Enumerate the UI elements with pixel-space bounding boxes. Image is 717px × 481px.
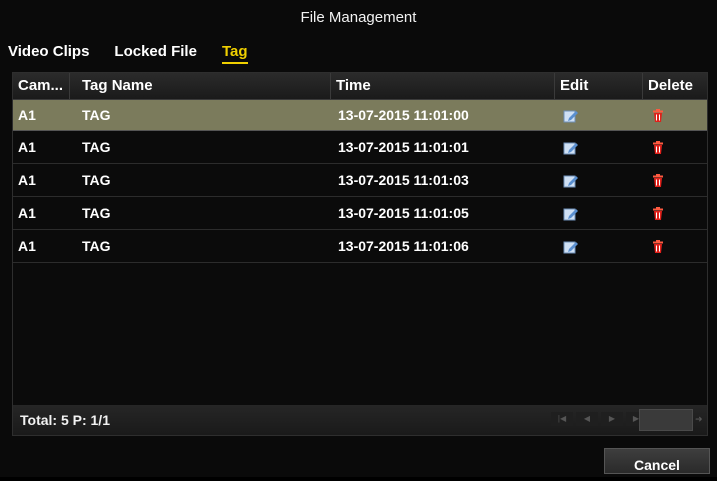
edit-pencil-icon[interactable] (563, 240, 579, 254)
cell-time: 13-07-2015 11:01:06 (338, 238, 469, 254)
table-body: A1 TAG 13-07-2015 11:01:00 A1 TAG 13-07-2015 … (13, 100, 707, 263)
column-header-time[interactable]: Time (331, 73, 555, 99)
table-row[interactable]: A1 TAG 13-07-2015 11:01:05 (13, 197, 707, 230)
trash-icon[interactable] (651, 207, 665, 221)
table-header: Cam... Tag Name Time Edit Delete (13, 73, 707, 100)
cancel-button[interactable]: Cancel (604, 448, 710, 474)
cell-camera: A1 (18, 238, 36, 254)
table-row[interactable]: A1 TAG 13-07-2015 11:01:01 (13, 131, 707, 164)
trash-icon[interactable] (651, 174, 665, 188)
cell-camera: A1 (18, 205, 36, 221)
edit-pencil-icon[interactable] (563, 109, 579, 123)
first-page-icon[interactable]: |◀ (551, 412, 573, 426)
page-number-input[interactable] (639, 409, 693, 431)
table-footer: Total: 5 P: 1/1 |◀ ◀ ▶ ▶| ➜ (12, 405, 708, 436)
cell-edit (555, 197, 643, 229)
go-arrow-icon[interactable]: ➜ (695, 412, 707, 426)
tab-locked-file[interactable]: Locked File (114, 43, 197, 60)
cell-tag-name: TAG (82, 139, 111, 155)
cell-delete (643, 100, 707, 130)
table-row[interactable]: A1 TAG 13-07-2015 11:01:06 (13, 230, 707, 263)
cell-tag-name: TAG (82, 238, 111, 254)
trash-icon[interactable] (651, 240, 665, 254)
cell-time: 13-07-2015 11:01:01 (338, 139, 469, 155)
cell-time: 13-07-2015 11:01:05 (338, 205, 469, 221)
cell-delete (643, 230, 707, 262)
trash-icon[interactable] (651, 109, 665, 123)
cell-camera: A1 (18, 139, 36, 155)
tab-bar: Video Clips Locked File Tag (8, 38, 273, 64)
cell-delete (643, 131, 707, 163)
column-header-edit[interactable]: Edit (555, 73, 643, 99)
cell-edit (555, 164, 643, 196)
cell-time: 13-07-2015 11:01:00 (338, 107, 469, 123)
column-header-delete[interactable]: Delete (643, 73, 707, 99)
cell-delete (643, 164, 707, 196)
file-management-window: File Management Video Clips Locked File … (0, 0, 717, 477)
window-title: File Management (300, 9, 417, 26)
cell-camera: A1 (18, 107, 36, 123)
table-row[interactable]: A1 TAG 13-07-2015 11:01:00 (13, 100, 707, 131)
next-page-icon[interactable]: ▶ (601, 412, 623, 426)
pager: |◀ ◀ ▶ ▶| (551, 412, 648, 426)
column-header-camera[interactable]: Cam... (13, 73, 70, 99)
prev-page-icon[interactable]: ◀ (576, 412, 598, 426)
cell-edit (555, 100, 643, 130)
cell-delete (643, 197, 707, 229)
tab-video-clips[interactable]: Video Clips (8, 43, 89, 60)
edit-pencil-icon[interactable] (563, 174, 579, 188)
column-header-tag-name[interactable]: Tag Name (70, 73, 331, 99)
edit-pencil-icon[interactable] (563, 141, 579, 155)
total-pages-label: Total: 5 P: 1/1 (20, 412, 110, 428)
tag-table: Cam... Tag Name Time Edit Delete A1 TAG 13… (12, 72, 708, 407)
trash-icon[interactable] (651, 141, 665, 155)
cell-tag-name: TAG (82, 107, 111, 123)
cell-edit (555, 131, 643, 163)
tab-tag[interactable]: Tag (221, 43, 248, 64)
edit-pencil-icon[interactable] (563, 207, 579, 221)
cell-edit (555, 230, 643, 262)
cell-tag-name: TAG (82, 205, 111, 221)
cell-camera: A1 (18, 172, 36, 188)
table-row[interactable]: A1 TAG 13-07-2015 11:01:03 (13, 164, 707, 197)
cell-time: 13-07-2015 11:01:03 (338, 172, 469, 188)
cell-tag-name: TAG (82, 172, 111, 188)
